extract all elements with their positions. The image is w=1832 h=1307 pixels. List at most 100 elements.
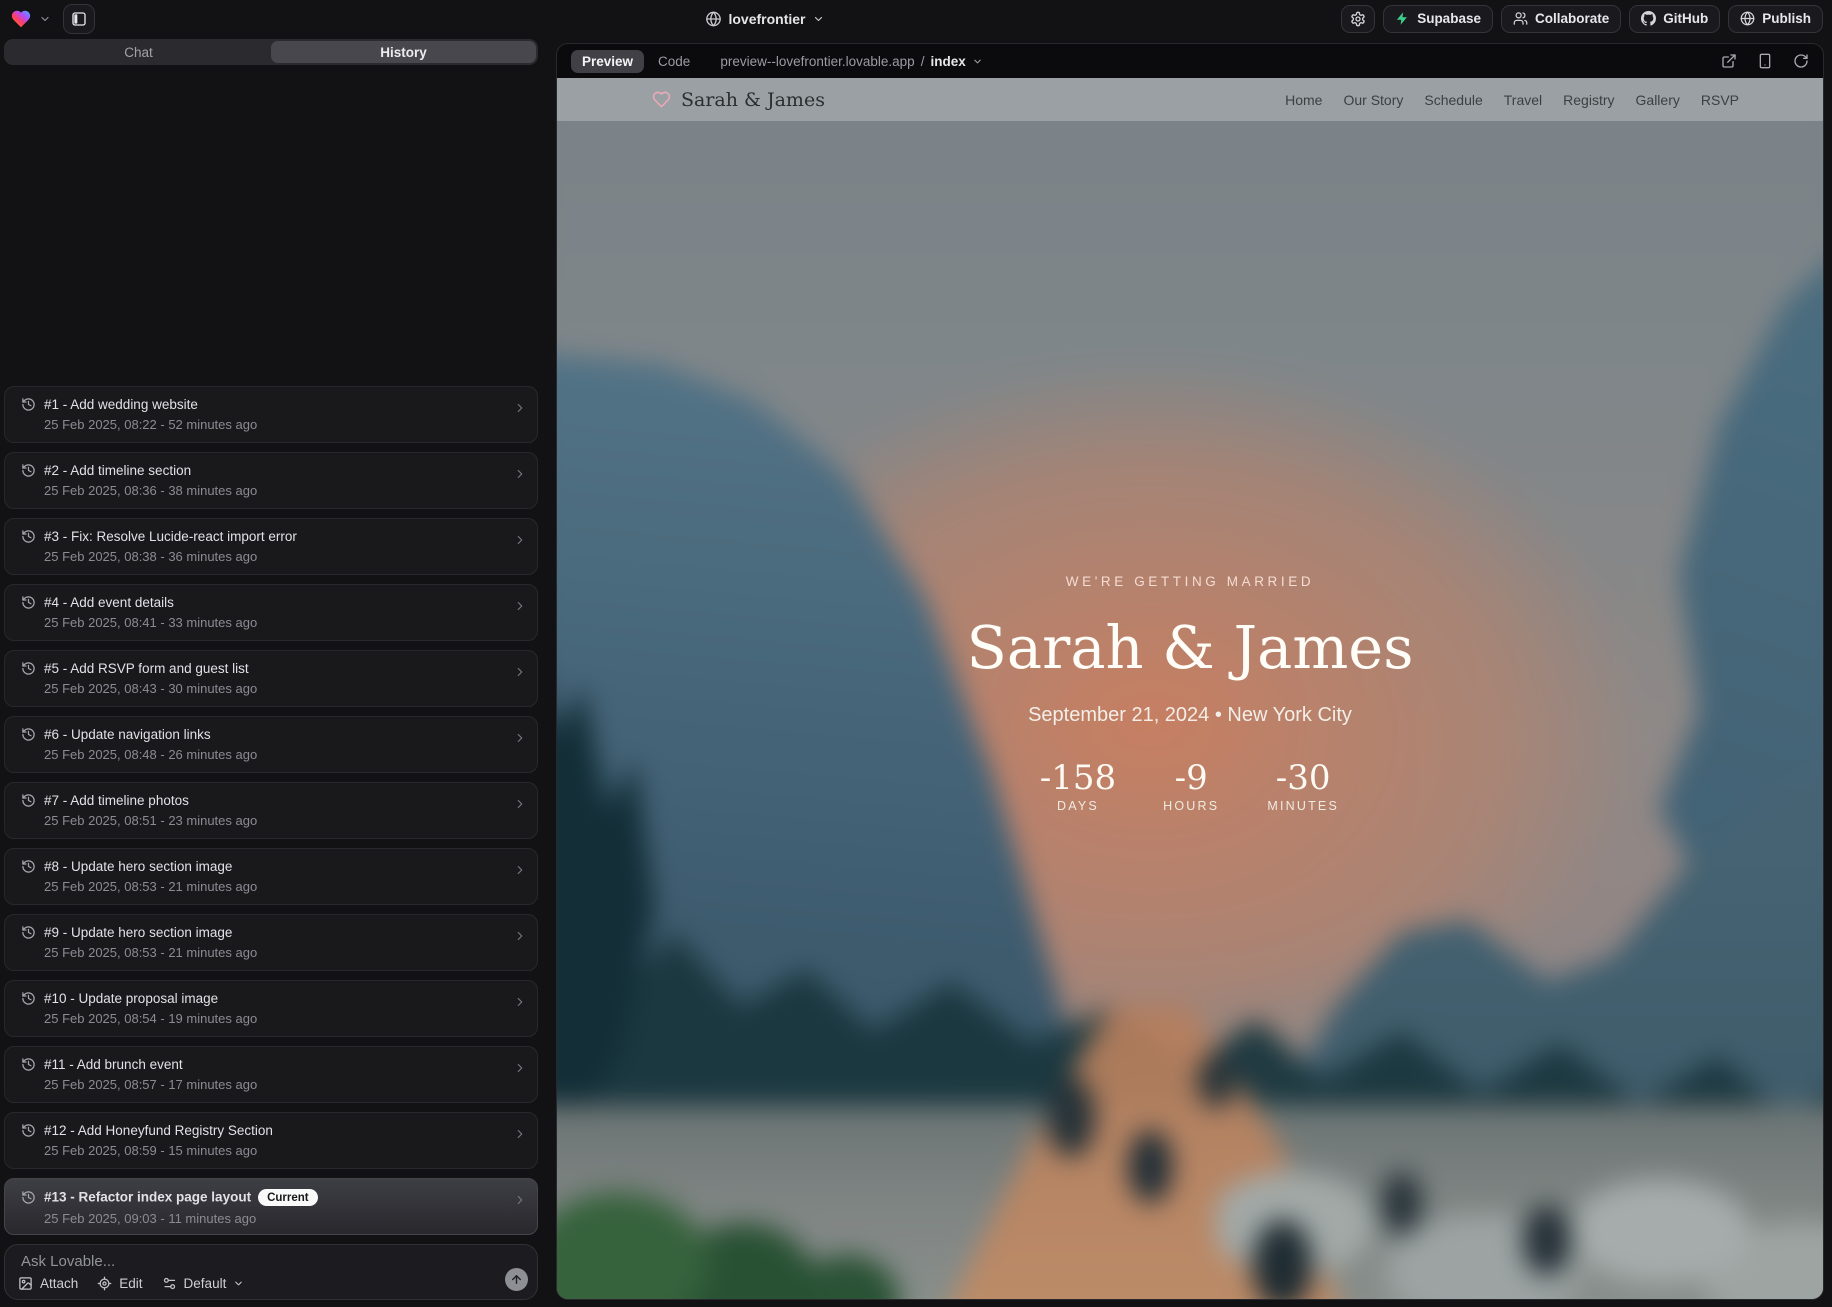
countdown-minutes: -30 MINUTES xyxy=(1266,761,1340,814)
history-icon xyxy=(21,595,36,610)
chevron-right-icon xyxy=(513,665,527,679)
attach-button[interactable]: Attach xyxy=(18,1276,78,1291)
supabase-label: Supabase xyxy=(1417,11,1481,26)
history-item[interactable]: #11 - Add brunch event 25 Feb 2025, 08:5… xyxy=(4,1046,538,1103)
history-item-meta: 25 Feb 2025, 08:59 - 15 minutes ago xyxy=(44,1143,525,1158)
countdown-days-value: -158 xyxy=(1040,761,1116,797)
chevron-right-icon xyxy=(513,995,527,1009)
nav-gallery[interactable]: Gallery xyxy=(1636,92,1680,108)
history-list: #1 - Add wedding website 25 Feb 2025, 08… xyxy=(4,386,538,1235)
github-button[interactable]: GitHub xyxy=(1629,5,1720,33)
history-item[interactable]: #3 - Fix: Resolve Lucide-react import er… xyxy=(4,518,538,575)
history-icon xyxy=(21,661,36,676)
chevron-down-icon xyxy=(233,1278,244,1289)
history-item-meta: 25 Feb 2025, 08:54 - 19 minutes ago xyxy=(44,1011,525,1026)
heart-icon xyxy=(652,90,671,109)
history-item[interactable]: #6 - Update navigation links 25 Feb 2025… xyxy=(4,716,538,773)
nav-registry[interactable]: Registry xyxy=(1563,92,1614,108)
tab-preview[interactable]: Preview xyxy=(571,50,644,73)
history-icon xyxy=(21,1190,36,1205)
history-item[interactable]: #7 - Add timeline photos 25 Feb 2025, 08… xyxy=(4,782,538,839)
mobile-view-button[interactable] xyxy=(1757,53,1773,69)
history-icon xyxy=(21,529,36,544)
open-external-button[interactable] xyxy=(1721,53,1737,69)
history-item-meta: 25 Feb 2025, 08:53 - 21 minutes ago xyxy=(44,945,525,960)
preview-url-host: preview--lovefrontier.lovable.app xyxy=(720,54,914,69)
refresh-button[interactable] xyxy=(1793,53,1809,69)
project-switcher[interactable]: lovefrontier xyxy=(705,0,824,37)
site-header: Sarah & James Home Our Story Schedule Tr… xyxy=(557,78,1823,121)
tab-code[interactable]: Code xyxy=(658,54,690,69)
history-item-meta: 25 Feb 2025, 08:38 - 36 minutes ago xyxy=(44,549,525,564)
nav-home[interactable]: Home xyxy=(1285,92,1322,108)
history-item[interactable]: #4 - Add event details 25 Feb 2025, 08:4… xyxy=(4,584,538,641)
chevron-right-icon xyxy=(513,797,527,811)
history-item-title: #1 - Add wedding website xyxy=(44,397,198,412)
history-item-title: #9 - Update hero section image xyxy=(44,925,232,940)
collaborate-button[interactable]: Collaborate xyxy=(1501,5,1621,33)
site-brand-text: Sarah & James xyxy=(681,89,825,111)
supabase-button[interactable]: Supabase xyxy=(1383,5,1493,33)
globe-icon xyxy=(705,11,721,27)
tab-chat-label: Chat xyxy=(124,45,153,60)
preview-url[interactable]: preview--lovefrontier.lovable.app / inde… xyxy=(720,54,982,69)
lovable-app: lovefrontier Supabase Collab xyxy=(0,0,1832,1307)
project-menu-chevron-icon[interactable] xyxy=(39,13,51,25)
tab-chat[interactable]: Chat xyxy=(6,41,271,63)
history-item-title: #8 - Update hero section image xyxy=(44,859,232,874)
chevron-right-icon xyxy=(513,467,527,481)
history-item[interactable]: #9 - Update hero section image 25 Feb 20… xyxy=(4,914,538,971)
nav-schedule[interactable]: Schedule xyxy=(1424,92,1482,108)
publish-button[interactable]: Publish xyxy=(1728,5,1823,33)
github-label: GitHub xyxy=(1663,11,1708,26)
history-item-title-text: #13 - Refactor index page layout xyxy=(44,1190,251,1205)
preview-panel: Preview Code preview--lovefrontier.lovab… xyxy=(556,43,1824,1300)
nav-rsvp[interactable]: RSVP xyxy=(1701,92,1739,108)
history-item-title: #10 - Update proposal image xyxy=(44,991,218,1006)
preview-url-page: index xyxy=(930,54,965,69)
countdown-minutes-value: -30 xyxy=(1266,761,1340,797)
chevron-right-icon xyxy=(513,929,527,943)
chevron-right-icon xyxy=(513,1061,527,1075)
send-button[interactable] xyxy=(505,1268,528,1291)
site-preview: Sarah & James Home Our Story Schedule Tr… xyxy=(557,78,1823,1299)
history-item[interactable]: #1 - Add wedding website 25 Feb 2025, 08… xyxy=(4,386,538,443)
top-bar: lovefrontier Supabase Collab xyxy=(0,0,1832,37)
history-item[interactable]: #5 - Add RSVP form and guest list 25 Feb… xyxy=(4,650,538,707)
history-item-meta: 25 Feb 2025, 09:03 - 11 minutes ago xyxy=(44,1211,525,1226)
attach-label: Attach xyxy=(40,1276,78,1291)
tab-history[interactable]: History xyxy=(271,41,536,63)
nav-our-story[interactable]: Our Story xyxy=(1343,92,1403,108)
project-name: lovefrontier xyxy=(728,11,805,27)
lovable-logo-icon[interactable] xyxy=(9,7,33,31)
chevron-right-icon xyxy=(513,731,527,745)
settings-button[interactable] xyxy=(1341,5,1375,33)
history-item[interactable]: #2 - Add timeline section 25 Feb 2025, 0… xyxy=(4,452,538,509)
history-item[interactable]: #12 - Add Honeyfund Registry Section 25 … xyxy=(4,1112,538,1169)
chevron-right-icon xyxy=(513,599,527,613)
mode-label: Default xyxy=(184,1276,227,1291)
history-item-title: #2 - Add timeline section xyxy=(44,463,191,478)
chevron-right-icon xyxy=(513,401,527,415)
mode-select[interactable]: Default xyxy=(162,1276,245,1291)
history-item-title: #7 - Add timeline photos xyxy=(44,793,189,808)
toggle-sidebar-button[interactable] xyxy=(63,4,95,34)
site-brand[interactable]: Sarah & James xyxy=(652,89,825,111)
history-item-meta: 25 Feb 2025, 08:22 - 52 minutes ago xyxy=(44,417,525,432)
locate-icon xyxy=(97,1276,112,1291)
history-icon xyxy=(21,859,36,874)
publish-globe-icon xyxy=(1740,11,1755,26)
history-item[interactable]: #8 - Update hero section image 25 Feb 20… xyxy=(4,848,538,905)
history-item[interactable]: #10 - Update proposal image 25 Feb 2025,… xyxy=(4,980,538,1037)
image-icon xyxy=(18,1276,33,1291)
tab-history-label: History xyxy=(380,45,427,60)
panel-left-icon xyxy=(71,11,87,27)
ask-lovable-input[interactable] xyxy=(19,1252,497,1271)
chevron-right-icon xyxy=(513,533,527,547)
nav-travel[interactable]: Travel xyxy=(1504,92,1542,108)
history-item-current[interactable]: #13 - Refactor index page layoutCurrent … xyxy=(4,1178,538,1235)
supabase-bolt-icon xyxy=(1395,11,1410,26)
history-item-meta: 25 Feb 2025, 08:41 - 33 minutes ago xyxy=(44,615,525,630)
history-item-meta: 25 Feb 2025, 08:51 - 23 minutes ago xyxy=(44,813,525,828)
edit-button[interactable]: Edit xyxy=(97,1276,142,1291)
